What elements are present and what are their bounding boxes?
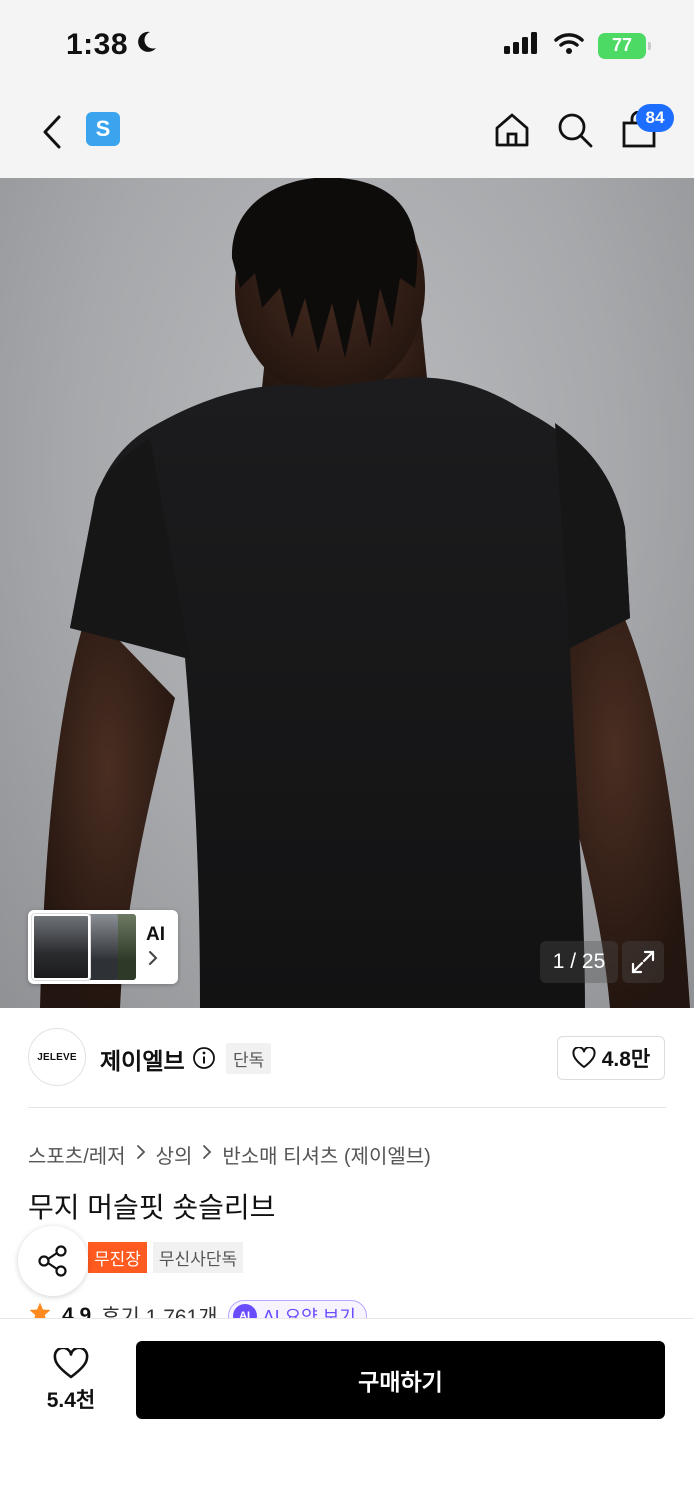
product-title: 무지 머슬핏 숏슬리브 bbox=[28, 1192, 276, 1223]
brand-like-count: 4.8만 bbox=[601, 1048, 651, 1071]
bottom-action-bar: 5.4천 구매하기 bbox=[0, 1318, 694, 1500]
wifi-icon bbox=[554, 32, 584, 59]
rating-row: 4.9 후기 1,761개 AI AI 요약 보기 bbox=[28, 1296, 668, 1320]
promo-tag: 무진장 bbox=[88, 1242, 147, 1273]
buy-button-label: 구매하기 bbox=[358, 1369, 443, 1395]
wishlist-button[interactable]: 5.4천 bbox=[30, 1341, 112, 1421]
share-icon bbox=[38, 1245, 67, 1277]
battery-level: 77 bbox=[611, 35, 633, 55]
share-button[interactable] bbox=[18, 1226, 88, 1296]
expand-image-button[interactable] bbox=[622, 941, 664, 983]
heart-icon bbox=[572, 1047, 596, 1068]
ai-thumbnail-strip[interactable]: AI bbox=[28, 910, 178, 984]
home-button[interactable] bbox=[490, 108, 534, 152]
status-bar: 1:38 77 bbox=[0, 0, 694, 90]
thumbnail-image bbox=[86, 914, 118, 980]
product-image-gallery[interactable]: AI 1 / 25 bbox=[0, 178, 694, 1008]
breadcrumb-item[interactable]: 상의 bbox=[156, 1140, 193, 1169]
moon-icon bbox=[136, 28, 158, 62]
buy-button[interactable]: 구매하기 bbox=[136, 1341, 665, 1419]
clock: 1:38 bbox=[66, 28, 129, 61]
exclusive-tag: 무신사단독 bbox=[152, 1242, 244, 1273]
status-indicators: 77 bbox=[504, 32, 651, 59]
store-logo-letter: S bbox=[95, 116, 111, 141]
chevron-right-icon bbox=[148, 950, 158, 971]
page-counter-text: 1 / 25 bbox=[552, 950, 606, 973]
wishlist-count: 5.4천 bbox=[46, 1389, 96, 1412]
top-nav-bar: S 84 bbox=[0, 90, 694, 178]
product-tags: 무진장 무신사단독 bbox=[88, 1242, 244, 1273]
brand-row: JELEVE 제이엘브 단독 4.8만 bbox=[0, 1008, 694, 1108]
brand-like-button[interactable]: 4.8만 bbox=[557, 1036, 665, 1080]
chevron-right-icon bbox=[202, 1143, 212, 1166]
breadcrumb-item[interactable]: 스포츠/레저 bbox=[28, 1140, 126, 1169]
battery-icon: 77 bbox=[598, 32, 651, 59]
ai-label: AI bbox=[146, 924, 165, 945]
brand-logo[interactable]: JELEVE bbox=[28, 1028, 86, 1086]
divider bbox=[28, 1107, 666, 1108]
chevron-right-icon bbox=[136, 1143, 146, 1166]
expand-icon bbox=[631, 950, 655, 974]
heart-icon bbox=[53, 1348, 89, 1379]
search-button[interactable] bbox=[553, 108, 597, 152]
chevron-left-icon bbox=[43, 115, 61, 149]
breadcrumb-item[interactable]: 반소매 티셔츠 (제이엘브) bbox=[222, 1140, 430, 1169]
product-photo bbox=[40, 178, 690, 1008]
cart-count-badge: 84 bbox=[636, 104, 674, 132]
ai-summary-button[interactable]: AI AI 요약 보기 bbox=[227, 1300, 367, 1320]
signal-icon bbox=[504, 32, 540, 59]
search-icon bbox=[558, 113, 593, 148]
cart-count: 84 bbox=[645, 108, 665, 127]
store-logo[interactable]: S bbox=[86, 112, 120, 146]
thumbnail-image bbox=[31, 913, 91, 981]
image-page-counter: 1 / 25 bbox=[540, 941, 618, 983]
info-icon[interactable] bbox=[192, 1046, 216, 1075]
brand-logo-text: JELEVE bbox=[37, 1051, 77, 1063]
exclusive-badge: 단독 bbox=[226, 1043, 272, 1074]
home-icon bbox=[495, 113, 529, 147]
status-time: 1:38 bbox=[66, 28, 158, 62]
brand-name[interactable]: 제이엘브 bbox=[100, 1042, 185, 1076]
breadcrumb: 스포츠/레저 상의 반소매 티셔츠 (제이엘브) bbox=[28, 1140, 431, 1169]
back-button[interactable] bbox=[36, 112, 68, 152]
